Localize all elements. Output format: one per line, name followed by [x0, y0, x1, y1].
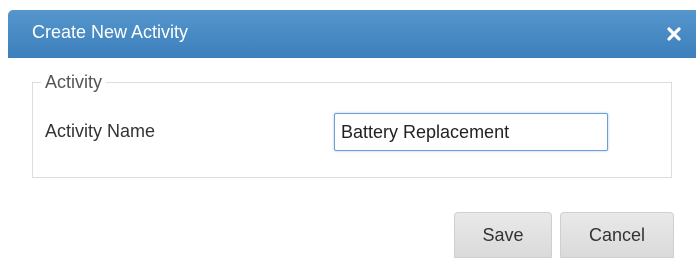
cancel-button[interactable]: Cancel	[560, 212, 674, 258]
dialog-titlebar: Create New Activity	[8, 10, 696, 58]
activity-name-label: Activity Name	[45, 121, 156, 141]
activity-legend: Activity	[45, 72, 103, 92]
create-activity-dialog: Create New Activity Activity Activity Na…	[0, 0, 696, 258]
close-icon[interactable]	[662, 22, 686, 46]
save-button[interactable]: Save	[454, 212, 552, 258]
activity-name-input[interactable]	[334, 113, 608, 151]
dialog-title: Create New Activity	[32, 22, 189, 42]
